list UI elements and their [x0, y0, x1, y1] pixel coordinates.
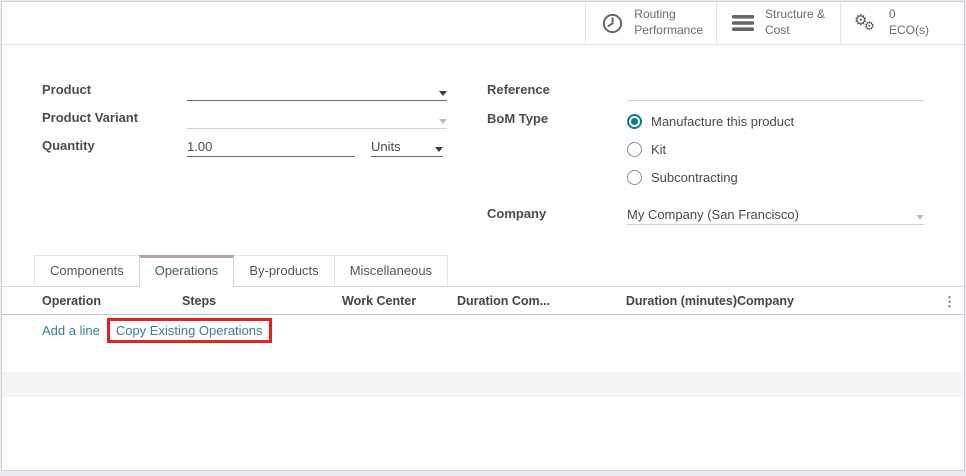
- kebab-menu-icon[interactable]: ⋮: [930, 295, 956, 308]
- clock-icon: [599, 12, 625, 35]
- chevron-down-icon: [916, 215, 924, 220]
- tab-components[interactable]: Components: [34, 255, 140, 286]
- reference-label: Reference: [487, 82, 627, 101]
- col-steps[interactable]: Steps: [182, 294, 342, 308]
- tab-miscellaneous[interactable]: Miscellaneous: [334, 255, 448, 286]
- operations-table-header: Operation Steps Work Center Duration Com…: [2, 287, 964, 315]
- eco-count: 0: [889, 7, 896, 21]
- chevron-down-icon[interactable]: [435, 147, 443, 152]
- company-label: Company: [487, 206, 627, 225]
- gears-icon: ⚙⚙: [854, 10, 880, 36]
- product-row: Product: [42, 73, 447, 101]
- radio-unselected-icon[interactable]: [627, 142, 642, 157]
- notebook-tabs: Components Operations By-products Miscel…: [2, 255, 964, 287]
- quantity-field[interactable]: 1.00: [187, 136, 355, 157]
- structure-cost-button[interactable]: Structure & Cost: [716, 2, 840, 44]
- radio-subcontracting[interactable]: Subcontracting: [627, 163, 924, 191]
- col-company[interactable]: Company: [737, 294, 930, 308]
- reference-row: Reference: [487, 73, 924, 101]
- chevron-down-icon: [439, 119, 447, 124]
- chevron-down-icon[interactable]: [439, 91, 447, 96]
- add-a-line-link[interactable]: Add a line: [42, 323, 100, 338]
- col-duration-minutes[interactable]: Duration (minutes): [572, 294, 737, 308]
- quantity-label: Quantity: [42, 138, 187, 157]
- tab-operations[interactable]: Operations: [139, 255, 235, 287]
- quantity-row: Quantity 1.00 Units: [42, 129, 447, 157]
- eco-button[interactable]: ⚙⚙ 0 ECO(s): [840, 2, 964, 44]
- product-variant-field: [187, 108, 447, 129]
- bom-type-row: BoM Type Manufacture this product Kit Su…: [487, 107, 924, 191]
- reference-field[interactable]: [627, 80, 924, 101]
- eco-label: 0 ECO(s): [889, 7, 929, 38]
- radio-kit[interactable]: Kit: [627, 135, 924, 163]
- col-operation[interactable]: Operation: [42, 294, 182, 308]
- company-row: Company My Company (San Francisco): [487, 197, 924, 225]
- bom-type-label: BoM Type: [487, 107, 627, 130]
- bom-form-sheet: Routing Performance Structure & Cost ⚙⚙ …: [1, 1, 965, 471]
- routing-performance-label: Routing Performance: [634, 7, 703, 38]
- routing-performance-button[interactable]: Routing Performance: [585, 2, 716, 44]
- statusbar: Routing Performance Structure & Cost ⚙⚙ …: [2, 2, 964, 45]
- col-work-center[interactable]: Work Center: [342, 294, 457, 308]
- radio-manufacture[interactable]: Manufacture this product: [627, 107, 924, 135]
- product-label: Product: [42, 82, 187, 101]
- col-duration-computation[interactable]: Duration Com...: [457, 294, 572, 308]
- bom-form: Product Product Variant Quantity 1.00: [2, 45, 964, 225]
- product-field[interactable]: [187, 80, 447, 101]
- product-variant-row: Product Variant: [42, 101, 447, 129]
- structure-cost-label: Structure & Cost: [765, 7, 825, 38]
- empty-row: [2, 372, 964, 397]
- company-field: My Company (San Francisco): [627, 204, 924, 225]
- empty-row: [2, 345, 964, 372]
- radio-selected-icon[interactable]: [627, 114, 642, 129]
- product-variant-label: Product Variant: [42, 110, 187, 129]
- tab-by-products[interactable]: By-products: [233, 255, 334, 286]
- uom-field[interactable]: Units: [371, 136, 443, 157]
- radio-unselected-icon[interactable]: [627, 170, 642, 185]
- copy-existing-operations-link[interactable]: Copy Existing Operations: [116, 323, 263, 338]
- annotation-highlight-box: Copy Existing Operations: [107, 318, 272, 343]
- operations-add-row: Add a line Copy Existing Operations: [2, 315, 964, 345]
- bars-icon: [730, 13, 756, 33]
